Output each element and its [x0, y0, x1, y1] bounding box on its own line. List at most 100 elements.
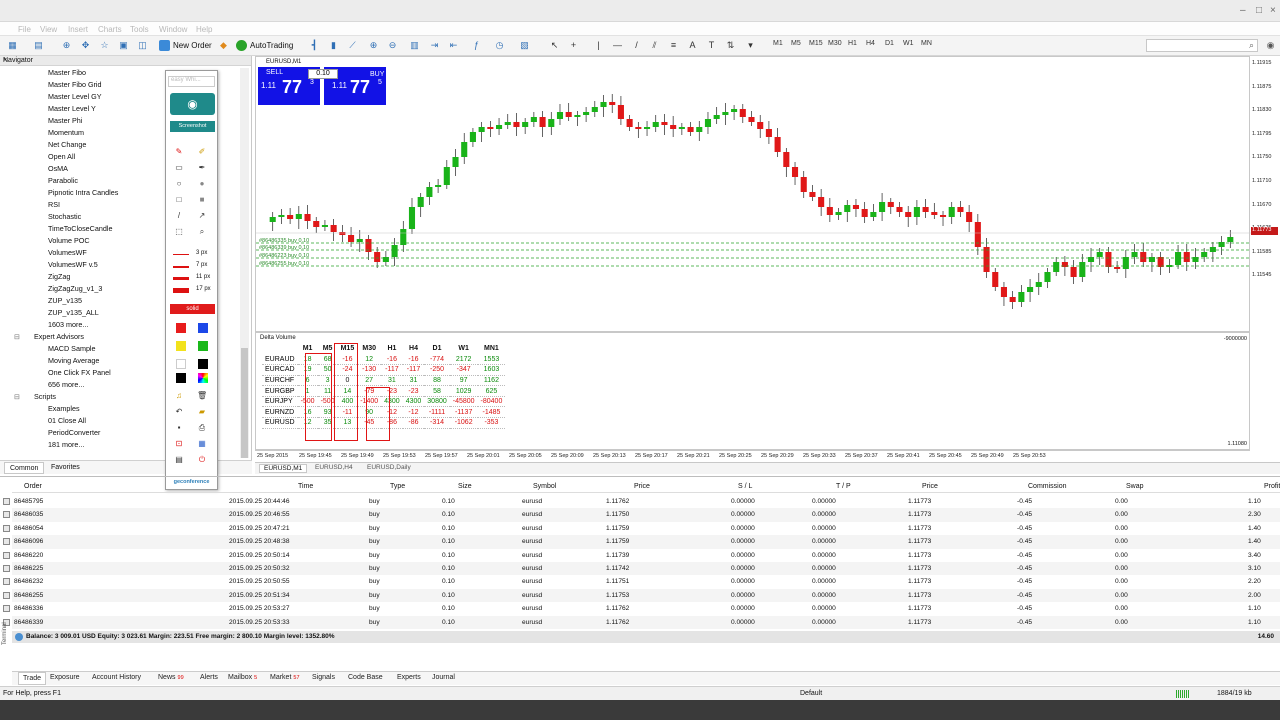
tab-favorites[interactable]: Favorites	[46, 462, 85, 474]
order-row[interactable]: 86486232 2015.09.25 20:50:55 buy 0.10 eurusd…	[3, 575, 1280, 588]
terminal-tab[interactable]: Experts	[397, 674, 421, 681]
chart-tab-m1[interactable]: EURUSD,M1	[259, 464, 308, 473]
candlesticks-icon[interactable]: ▮	[327, 39, 340, 52]
zoom-icon[interactable]: ⌕	[197, 227, 207, 237]
timeframe-m1[interactable]: M1	[773, 40, 783, 47]
order-row[interactable]: 86486255 2015.09.25 20:51:34 buy 0.10 eurusd…	[3, 588, 1280, 603]
line-icon[interactable]: /	[174, 211, 184, 221]
menu-file[interactable]: File	[18, 25, 31, 34]
screenshot-button[interactable]: Screenshot	[170, 121, 215, 132]
column-header[interactable]: Symbol	[533, 483, 556, 490]
terminal-tab[interactable]: News 99	[158, 674, 184, 681]
timeframe-h4[interactable]: H4	[866, 40, 875, 47]
new-order-button[interactable]: New Order	[159, 38, 212, 54]
navigator-item[interactable]: Stochastic	[48, 212, 81, 221]
capture-icon[interactable]: ⊡	[174, 439, 184, 449]
multicolor-swatch[interactable]	[198, 373, 208, 383]
terminal-icon[interactable]: ▣	[117, 39, 130, 52]
navigator-item[interactable]: Master Fibo	[48, 68, 86, 77]
terminal-tab[interactable]: Journal	[432, 674, 455, 681]
close-icon[interactable]: ×	[1270, 5, 1276, 16]
undo-icon[interactable]: ↶	[174, 407, 184, 417]
filled-ellipse-icon[interactable]: ●	[197, 179, 207, 189]
maximize-icon[interactable]: □	[1256, 5, 1262, 16]
navigator-item[interactable]: Master Level Y	[48, 104, 96, 113]
navigator-item[interactable]: ZigZagZug_v1_3	[48, 284, 102, 293]
palette-search-input[interactable]: easy Whi...	[168, 76, 215, 87]
column-header[interactable]: Type	[390, 483, 405, 490]
navigator-item[interactable]: 01 Close All	[48, 416, 86, 425]
timeframe-h1[interactable]: H1	[848, 40, 857, 47]
timeframe-m30[interactable]: M30	[828, 40, 842, 47]
expand-icon[interactable]: ⊟	[14, 332, 20, 341]
zoom-in-icon[interactable]: ⊕	[367, 39, 380, 52]
settings-icon[interactable]: ▤	[174, 455, 184, 465]
vertical-line-icon[interactable]: |	[592, 39, 605, 52]
text-icon[interactable]: A	[686, 39, 699, 52]
navigator-item[interactable]: 1603 more...	[48, 320, 88, 329]
trendline-icon[interactable]: /	[630, 39, 643, 52]
chart-tab-h4[interactable]: EURUSD,H4	[311, 464, 357, 471]
order-row[interactable]: 86486035 2015.09.25 20:46:55 buy 0.10 eurusd…	[3, 508, 1280, 522]
column-header[interactable]: S / L	[738, 483, 752, 490]
shapes-icon[interactable]: ▾	[744, 39, 757, 52]
horizontal-line-icon[interactable]: —	[611, 39, 624, 52]
metaeditor-icon[interactable]: ◆	[217, 39, 230, 52]
navigator-item[interactable]: One Click FX Panel	[48, 368, 111, 377]
column-header[interactable]: Commission	[1028, 483, 1067, 490]
timeframe-m15[interactable]: M15	[809, 40, 823, 47]
search-input[interactable]: ⌕	[1146, 39, 1258, 52]
order-row[interactable]: 86486220 2015.09.25 20:50:14 buy 0.10 eurusd…	[3, 549, 1280, 562]
community-icon[interactable]: ◉	[1264, 39, 1277, 52]
terminal-tab[interactable]: Exposure	[50, 674, 80, 681]
column-header[interactable]: Price	[634, 483, 650, 490]
navigator-item[interactable]: Net Change	[48, 140, 86, 149]
navigator-item[interactable]: Pipnotic Intra Candles	[48, 188, 118, 197]
terminal-tab[interactable]: Code Base	[348, 674, 383, 681]
periods-icon[interactable]: ◷	[493, 39, 506, 52]
navigator-item[interactable]: RSI	[48, 200, 60, 209]
trash-icon[interactable]: 🗑	[197, 391, 207, 401]
rectangle-icon[interactable]: □	[174, 195, 184, 205]
market-watch-icon[interactable]: ⊕	[60, 39, 73, 52]
tab-common[interactable]: Common	[4, 462, 45, 474]
navigator-item[interactable]: ZUP_v135_ALL	[48, 308, 99, 317]
crosshair-icon[interactable]: +	[567, 39, 580, 52]
navigator-item[interactable]: Expert Advisors	[34, 332, 84, 341]
menu-window[interactable]: Window	[159, 25, 187, 34]
navigator-close-icon[interactable]: ×	[3, 57, 7, 64]
indicators-icon[interactable]: ƒ	[470, 39, 483, 52]
eye-icon[interactable]: ◉	[170, 93, 215, 115]
line-width-17[interactable]	[173, 288, 189, 293]
label-icon[interactable]: T	[705, 39, 718, 52]
navigator-item[interactable]: Open All	[48, 152, 75, 161]
timeframe-d1[interactable]: D1	[885, 40, 894, 47]
navigator-icon[interactable]: ☆	[98, 39, 111, 52]
navigator-item[interactable]: ZUP_v135	[48, 296, 82, 305]
bar-chart-icon[interactable]: ┫	[308, 39, 321, 52]
color-swatch[interactable]	[198, 323, 208, 333]
solid-style-button[interactable]: solid	[170, 304, 215, 314]
order-row[interactable]: 86486225 2015.09.25 20:50:32 buy 0.10 eurusd…	[3, 562, 1280, 576]
color-swatch[interactable]	[176, 323, 186, 333]
column-header[interactable]: Price	[922, 483, 938, 490]
navigator-item[interactable]: MACD Sample	[48, 344, 96, 353]
terminal-tab[interactable]: Mailbox 5	[228, 674, 257, 681]
print-icon[interactable]: ⎙	[197, 423, 207, 433]
timeframe-mn[interactable]: MN	[921, 40, 932, 47]
navigator-scroll-thumb[interactable]	[241, 348, 248, 458]
channel-icon[interactable]: ⫽	[648, 39, 661, 52]
arrows-icon[interactable]: ⇅	[724, 39, 737, 52]
navigator-item[interactable]: Master Level GY	[48, 92, 102, 101]
navigator-item[interactable]: VolumesWF v.5	[48, 260, 98, 269]
navigator-item[interactable]: Parabolic	[48, 176, 78, 185]
save-icon[interactable]: ▪	[174, 423, 184, 433]
auto-scroll-icon[interactable]: ⇥	[428, 39, 441, 52]
line-width-3[interactable]	[173, 254, 189, 255]
chart-tab-daily[interactable]: EURUSD,Daily	[363, 464, 415, 471]
terminal-tab[interactable]: Account History	[92, 674, 141, 681]
color-swatch[interactable]	[176, 359, 186, 369]
profiles-icon[interactable]: ▤	[32, 39, 45, 52]
column-header[interactable]: Profit	[1264, 483, 1280, 490]
line-width-7[interactable]	[173, 266, 189, 268]
